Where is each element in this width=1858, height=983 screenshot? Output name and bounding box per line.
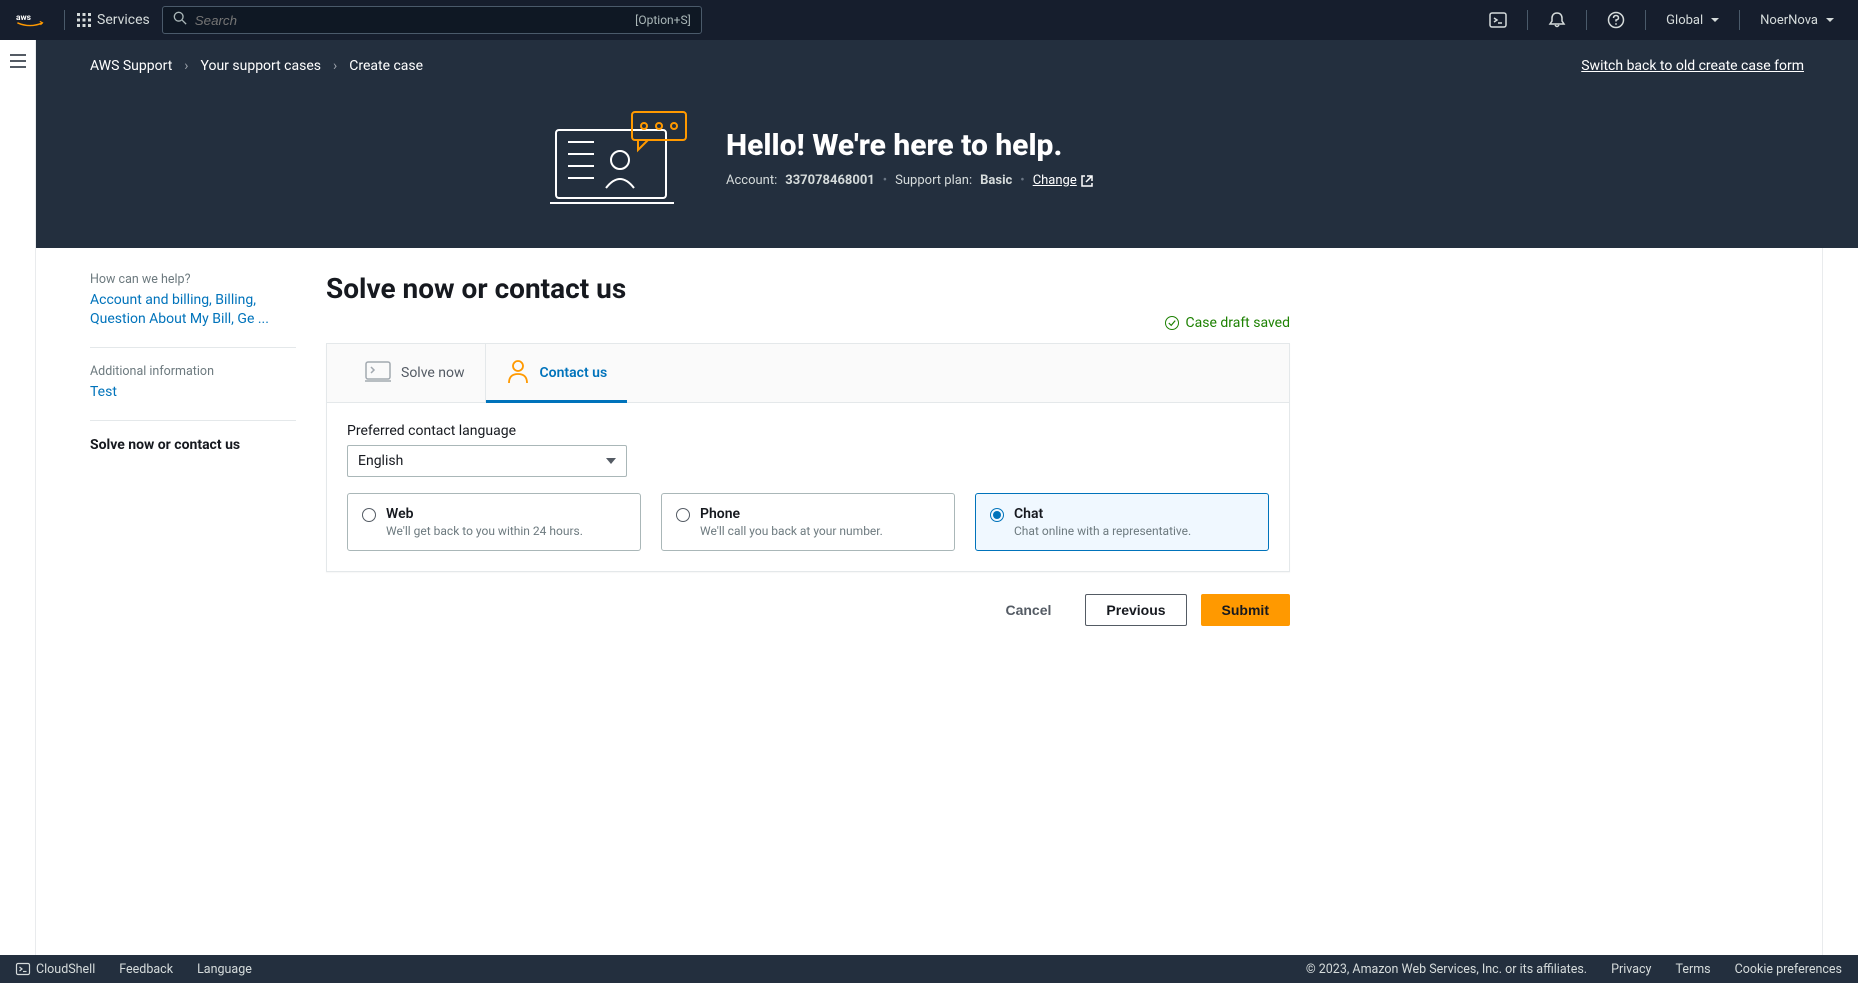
chevron-down-icon [606,458,616,464]
notifications-icon[interactable] [1548,11,1566,29]
change-plan-link[interactable]: Change [1033,173,1093,188]
step-1-link[interactable]: Account and billing, Billing, Question A… [90,291,296,329]
switch-old-form-link[interactable]: Switch back to old create case form [1581,58,1804,74]
step-1-label: How can we help? [90,272,296,287]
bottom-bar: CloudShell Feedback Language © 2023, Ama… [0,955,1858,983]
tab-solve-now[interactable]: Solve now [345,344,485,402]
copyright: © 2023, Amazon Web Services, Inc. or its… [1306,962,1587,977]
region-label: Global [1666,13,1703,28]
contact-option-web[interactable]: Web We'll get back to you within 24 hour… [347,493,641,551]
services-label: Services [97,12,150,28]
breadcrumb-support[interactable]: AWS Support [90,58,172,74]
change-label: Change [1033,173,1077,188]
account-label: Account: [726,173,777,188]
search-icon [173,11,187,29]
tab-solve-label: Solve now [401,365,465,381]
user-label: NoerNova [1760,13,1818,28]
solve-icon [365,359,391,387]
tabs: Solve now Contact us [327,344,1289,403]
cloudshell-link[interactable]: CloudShell [16,962,95,977]
draft-saved-status: Case draft saved [1165,315,1290,331]
grid-icon [77,13,91,27]
language-select[interactable]: English [347,445,627,477]
region-menu[interactable]: Global [1658,13,1727,28]
divider [64,10,65,30]
cloudshell-label: CloudShell [36,962,95,977]
radio-icon [362,508,376,522]
cloudshell-icon [16,962,30,976]
radio-icon [990,508,1004,522]
tab-contact-label: Contact us [540,365,608,381]
language-link[interactable]: Language [197,962,252,977]
draft-saved-label: Case draft saved [1185,315,1290,331]
account-menu[interactable]: NoerNova [1752,13,1842,28]
option-phone-title: Phone [700,506,883,522]
divider [1739,10,1740,30]
submit-button[interactable]: Submit [1201,594,1290,626]
feedback-link[interactable]: Feedback [119,962,173,977]
breadcrumb-cases[interactable]: Your support cases [201,58,322,74]
contact-icon [506,358,530,388]
step-current: Solve now or contact us [90,437,296,453]
external-link-icon [1081,175,1093,187]
cancel-button[interactable]: Cancel [985,594,1071,626]
services-menu[interactable]: Services [77,12,150,28]
hero-illustration [550,108,690,208]
divider [1527,10,1528,30]
top-nav: aws Services [Option+S] Global NoerNova [0,0,1858,40]
step-2-link[interactable]: Test [90,383,296,402]
page-title: Solve now or contact us [326,272,1290,305]
language-value: English [358,453,403,469]
chevron-down-icon [1711,18,1719,22]
option-chat-desc: Chat online with a representative. [1014,524,1191,538]
previous-button[interactable]: Previous [1085,594,1186,626]
hamburger-icon [10,54,26,68]
option-web-desc: We'll get back to you within 24 hours. [386,524,583,538]
step-nav: How can we help? Account and billing, Bi… [36,248,316,955]
option-chat-title: Chat [1014,506,1191,522]
breadcrumb-current: Create case [349,58,423,74]
svg-text:aws: aws [16,13,31,23]
plan-value: Basic [980,173,1012,188]
chevron-right-icon: › [333,58,337,74]
chevron-right-icon: › [184,58,188,74]
language-label: Preferred contact language [347,423,1269,439]
contact-option-chat[interactable]: Chat Chat online with a representative. [975,493,1269,551]
cookie-prefs-link[interactable]: Cookie preferences [1735,962,1842,977]
option-web-title: Web [386,506,583,522]
page-header: AWS Support › Your support cases › Creat… [36,40,1858,248]
divider [90,420,296,421]
search-box[interactable]: [Option+S] [162,6,702,34]
divider [1645,10,1646,30]
contact-card: Solve now Contact us Preferred contact l… [326,343,1290,572]
option-phone-desc: We'll call you back at your number. [700,524,883,538]
help-icon[interactable] [1607,11,1625,29]
terms-link[interactable]: Terms [1675,962,1710,977]
contact-option-phone[interactable]: Phone We'll call you back at your number… [661,493,955,551]
plan-label: Support plan: [895,173,972,188]
wizard-actions: Cancel Previous Submit [326,594,1290,626]
step-2-label: Additional information [90,364,296,379]
search-shortcut: [Option+S] [635,13,691,27]
tab-contact-us[interactable]: Contact us [485,344,628,402]
account-id: 337078468001 [785,173,875,188]
breadcrumb: AWS Support › Your support cases › Creat… [90,58,1804,74]
divider [90,347,296,348]
privacy-link[interactable]: Privacy [1611,962,1651,977]
cloudshell-icon[interactable] [1489,11,1507,29]
divider [1586,10,1587,30]
check-circle-icon [1165,316,1179,330]
sidebar-toggle[interactable] [0,40,36,955]
chevron-down-icon [1826,18,1834,22]
search-input[interactable] [195,13,691,28]
hero-title: Hello! We're here to help. [726,128,1093,163]
aws-logo[interactable]: aws [16,11,44,29]
radio-icon [676,508,690,522]
